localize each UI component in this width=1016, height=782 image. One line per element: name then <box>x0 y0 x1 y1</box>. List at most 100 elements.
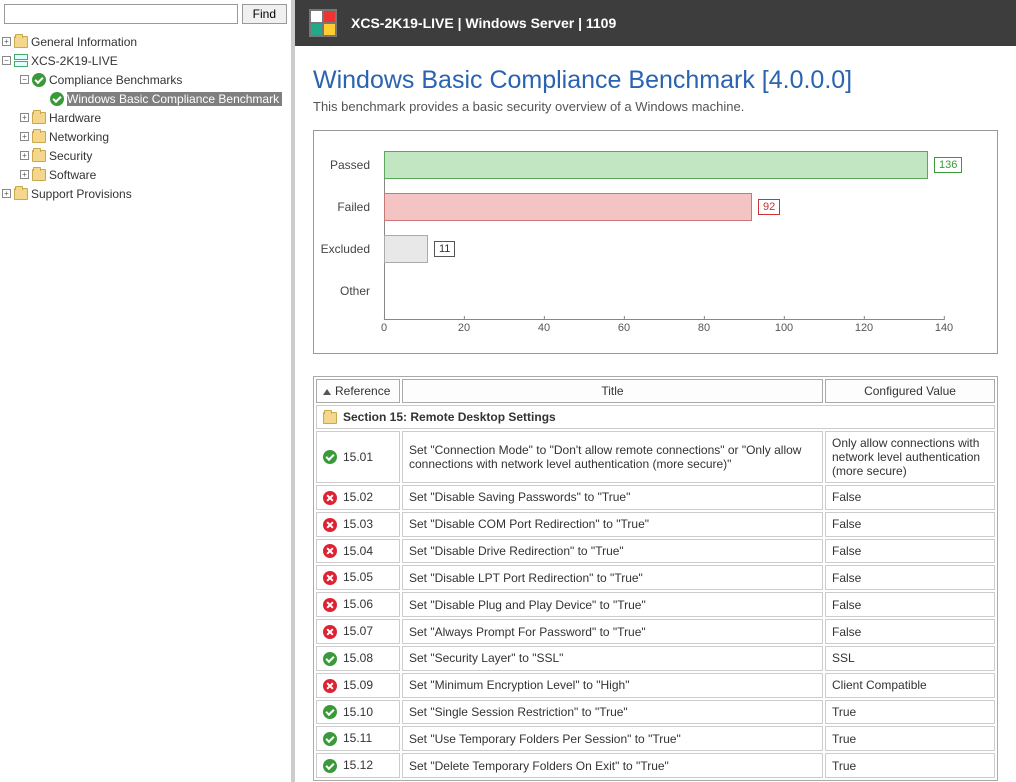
folder-icon <box>32 169 46 181</box>
folder-icon <box>323 412 337 424</box>
folder-icon <box>32 150 46 162</box>
table-row[interactable]: 15.07Set "Always Prompt For Password" to… <box>316 619 995 644</box>
server-icon <box>14 54 28 68</box>
table-row[interactable]: 15.03Set "Disable COM Port Redirection" … <box>316 512 995 537</box>
table-row[interactable]: 15.09Set "Minimum Encryption Level" to "… <box>316 673 995 698</box>
check-icon <box>32 73 46 87</box>
cell-title: Set "Disable Saving Passwords" to "True" <box>402 485 823 510</box>
tree-label: XCS-2K19-LIVE <box>31 54 118 68</box>
search-row: Find <box>0 0 291 28</box>
tree-item-security[interactable]: + Security <box>2 146 289 165</box>
section-header-row: Section 15: Remote Desktop Settings <box>316 405 995 429</box>
sort-asc-icon <box>323 389 331 395</box>
tree-item-compliance[interactable]: − Compliance Benchmarks <box>2 70 289 89</box>
axis-tick: 40 <box>538 316 550 334</box>
table-row[interactable]: 15.11Set "Use Temporary Folders Per Sess… <box>316 726 995 751</box>
cell-title: Set "Delete Temporary Folders On Exit" t… <box>402 753 823 778</box>
cell-title: Set "Disable LPT Port Redirection" to "T… <box>402 565 823 590</box>
folder-icon <box>14 36 28 48</box>
expander-icon[interactable]: + <box>2 37 11 46</box>
col-title[interactable]: Title <box>402 379 823 403</box>
tree-label: Compliance Benchmarks <box>49 73 182 87</box>
cell-configured: SSL <box>825 646 995 671</box>
cell-title: Set "Security Layer" to "SSL" <box>402 646 823 671</box>
expander-icon[interactable]: + <box>20 151 29 160</box>
cell-configured: False <box>825 592 995 617</box>
cell-configured: False <box>825 485 995 510</box>
fail-icon <box>323 625 337 639</box>
bar-label: Failed <box>314 200 376 214</box>
cell-configured: True <box>825 726 995 751</box>
chart-x-axis: 020406080100120140 <box>384 319 944 343</box>
cell-title: Set "Disable Drive Redirection" to "True… <box>402 539 823 564</box>
chart-bar-excluded: Excluded11 <box>384 235 977 263</box>
page-description: This benchmark provides a basic security… <box>313 99 998 114</box>
fail-icon <box>323 598 337 612</box>
section-label: Section 15: Remote Desktop Settings <box>343 410 556 424</box>
search-input[interactable] <box>4 4 238 24</box>
col-reference[interactable]: Reference <box>316 379 400 403</box>
tree-item-support[interactable]: + Support Provisions <box>2 184 289 203</box>
check-icon <box>50 92 64 106</box>
cell-reference: 15.03 <box>343 517 373 531</box>
expander-icon[interactable]: + <box>20 132 29 141</box>
table-row[interactable]: 15.10Set "Single Session Restriction" to… <box>316 700 995 725</box>
cell-configured: True <box>825 753 995 778</box>
table-row[interactable]: 15.06Set "Disable Plug and Play Device" … <box>316 592 995 617</box>
cell-configured: Client Compatible <box>825 673 995 698</box>
tree-label: Hardware <box>49 111 101 125</box>
bar-label: Excluded <box>314 242 376 256</box>
table-header-row: Reference Title Configured Value <box>316 379 995 403</box>
chart-bar-passed: Passed136 <box>384 151 977 179</box>
expander-icon[interactable]: − <box>2 56 11 65</box>
tree-item-software[interactable]: + Software <box>2 165 289 184</box>
fail-icon <box>323 544 337 558</box>
axis-tick: 0 <box>381 316 387 334</box>
header-title: XCS-2K19-LIVE | Windows Server | 1109 <box>351 15 616 31</box>
axis-tick: 140 <box>935 316 953 334</box>
tree-label: Windows Basic Compliance Benchmark <box>67 92 282 106</box>
folder-icon <box>32 131 46 143</box>
cell-configured: False <box>825 539 995 564</box>
results-table-wrap: Reference Title Configured Value Section… <box>313 376 998 781</box>
page-title: Windows Basic Compliance Benchmark [4.0.… <box>313 66 998 95</box>
pass-icon <box>323 652 337 666</box>
tree-label: Security <box>49 149 92 163</box>
cell-reference: 15.01 <box>343 450 373 464</box>
axis-tick: 60 <box>618 316 630 334</box>
fail-icon <box>323 491 337 505</box>
compliance-chart: Passed136Failed92Excluded11Other02040608… <box>313 130 998 354</box>
expander-icon[interactable]: − <box>20 75 29 84</box>
tree-item-general[interactable]: + General Information <box>2 32 289 51</box>
results-table: Reference Title Configured Value Section… <box>314 377 997 780</box>
folder-icon <box>32 112 46 124</box>
cell-title: Set "Use Temporary Folders Per Session" … <box>402 726 823 751</box>
pass-icon <box>323 450 337 464</box>
table-row[interactable]: 15.01Set "Connection Mode" to "Don't all… <box>316 431 995 483</box>
table-row[interactable]: 15.05Set "Disable LPT Port Redirection" … <box>316 565 995 590</box>
bar-rect <box>384 193 752 221</box>
content-area: Windows Basic Compliance Benchmark [4.0.… <box>295 46 1016 782</box>
table-row[interactable]: 15.12Set "Delete Temporary Folders On Ex… <box>316 753 995 778</box>
expander-icon[interactable]: + <box>20 170 29 179</box>
cell-configured: True <box>825 700 995 725</box>
cell-configured: False <box>825 512 995 537</box>
tree-item-benchmark[interactable]: Windows Basic Compliance Benchmark <box>2 89 289 108</box>
table-row[interactable]: 15.02Set "Disable Saving Passwords" to "… <box>316 485 995 510</box>
table-row[interactable]: 15.04 Set "Disable Drive Redirection" to … <box>316 539 995 564</box>
find-button[interactable]: Find <box>242 4 287 24</box>
cell-configured: Only allow connections with network leve… <box>825 431 995 483</box>
table-row[interactable]: 15.08 Set "Security Layer" to "SSL"SSL <box>316 646 995 671</box>
cell-reference: 15.04 <box>343 544 373 558</box>
cell-reference: 15.08 <box>343 651 373 665</box>
col-configured[interactable]: Configured Value <box>825 379 995 403</box>
tree-item-server[interactable]: − XCS-2K19-LIVE <box>2 51 289 70</box>
cell-title: Set "Minimum Encryption Level" to "High" <box>402 673 823 698</box>
expander-icon[interactable]: + <box>20 113 29 122</box>
tree-item-hardware[interactable]: + Hardware <box>2 108 289 127</box>
expander-icon[interactable]: + <box>2 189 11 198</box>
fail-icon <box>323 571 337 585</box>
tree-item-networking[interactable]: + Networking <box>2 127 289 146</box>
header-bar: XCS-2K19-LIVE | Windows Server | 1109 <box>295 0 1016 46</box>
bar-value: 11 <box>434 241 455 257</box>
